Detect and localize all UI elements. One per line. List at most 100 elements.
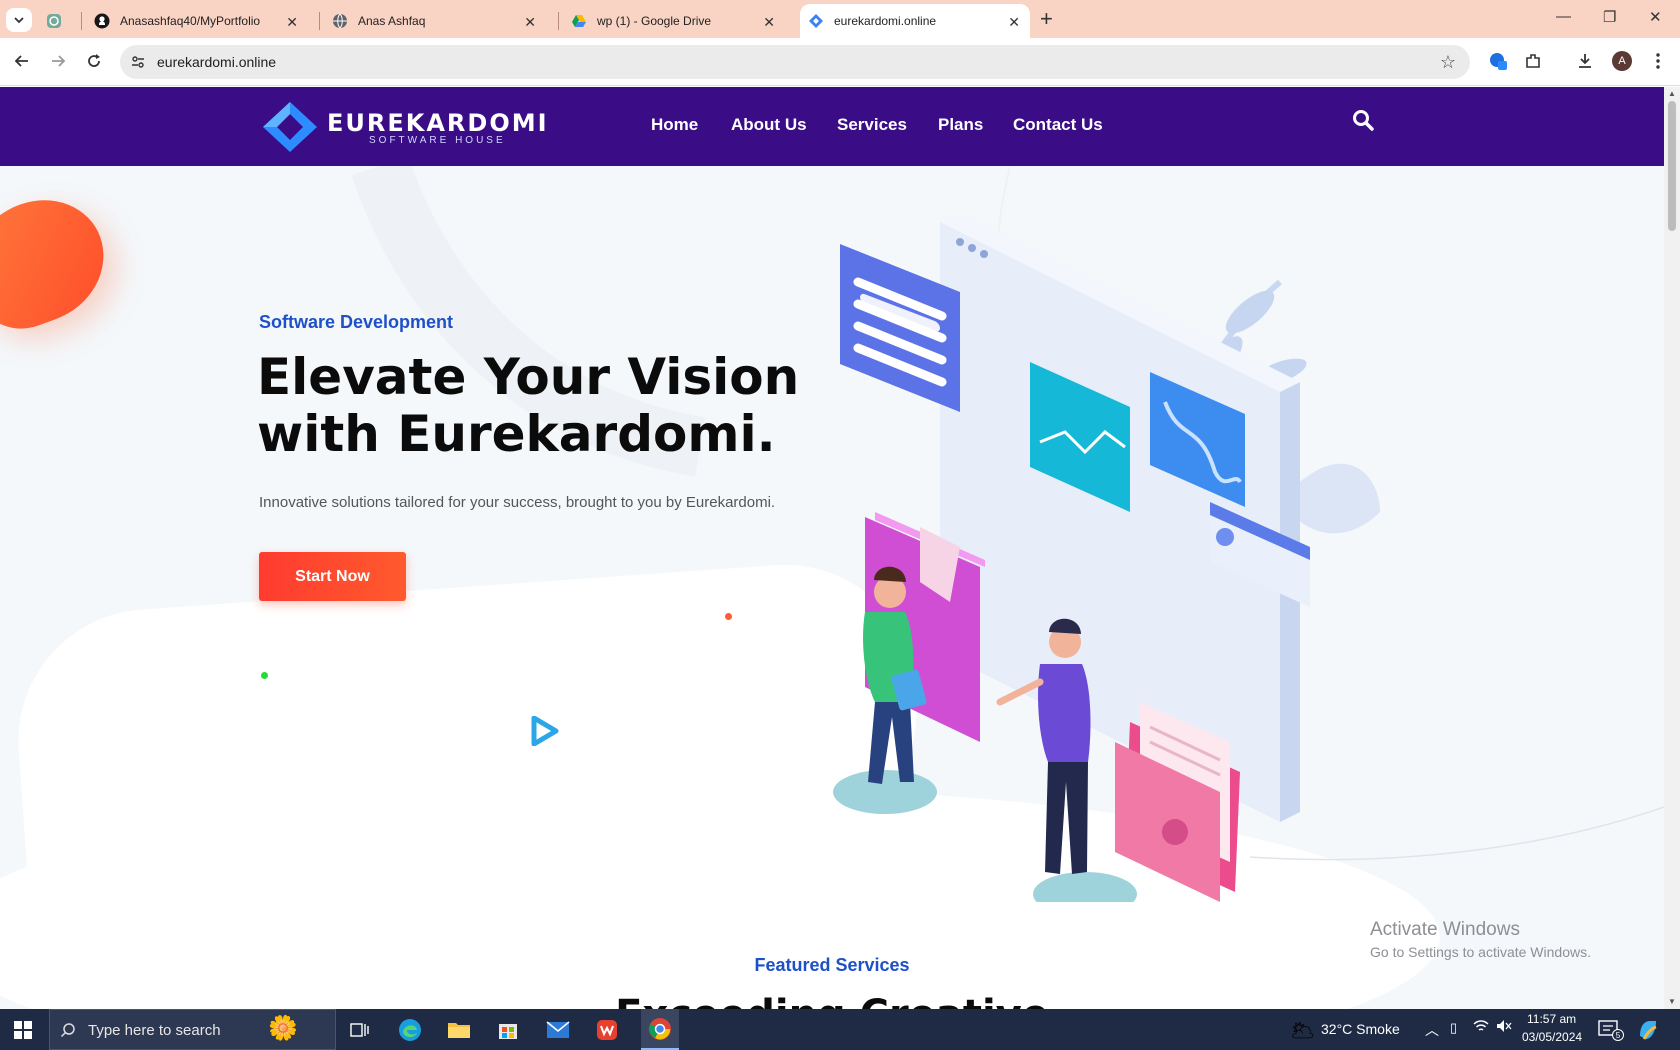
copilot-icon (1640, 1021, 1657, 1040)
menu-item-services[interactable]: Services (837, 115, 907, 135)
hero-headline: Elevate Your Vision with Eurekardomi. (257, 349, 837, 463)
featured-heading: Exceeding Creative (0, 992, 1664, 1009)
extensions-puzzle-icon[interactable] (1522, 50, 1544, 72)
chrome-icon (649, 1017, 671, 1040)
downloads-icon[interactable] (1574, 50, 1596, 72)
edge-icon (399, 1019, 421, 1041)
volume-muted-icon[interactable] (1496, 1019, 1512, 1036)
page-scrollbar[interactable]: ▲ ▼ (1664, 87, 1680, 1009)
site-logo-icon (808, 13, 824, 29)
tab-google-drive[interactable]: wp (1) - Google Drive ✕ (563, 4, 785, 38)
google-drive-icon (571, 13, 587, 29)
edge-app-button[interactable] (395, 1015, 425, 1045)
show-hidden-icons-chevron-icon[interactable]: ︿ (1425, 1020, 1439, 1040)
tab-title: Anas Ashfaq (358, 14, 426, 28)
restore-icon[interactable]: ❐ (1603, 8, 1616, 26)
play-icon (531, 716, 559, 746)
hero-headline-line2: with Eurekardomi. (257, 405, 776, 463)
minimize-icon[interactable]: — (1556, 8, 1571, 25)
close-icon[interactable]: ✕ (1008, 14, 1020, 31)
site-search-button[interactable] (1352, 109, 1378, 135)
globe-icon (332, 13, 348, 29)
mail-app-button[interactable] (543, 1015, 573, 1045)
activate-windows-watermark: Activate Windows Go to Settings to activ… (1370, 919, 1591, 960)
windows-taskbar: Type here to search 🌼 🌥 32°C Smoke ︿ ▯ 1… (0, 1009, 1680, 1050)
menu-item-plans[interactable]: Plans (938, 115, 983, 135)
tab-eurekardomi[interactable]: eurekardomi.online ✕ (800, 4, 1030, 38)
reload-button[interactable] (83, 50, 105, 72)
hero-headline-line1: Elevate Your Vision (257, 348, 800, 406)
start-button[interactable] (14, 1021, 32, 1044)
weather-text[interactable]: 32°C Smoke (1321, 1021, 1400, 1037)
tab-chatgpt[interactable] (46, 4, 76, 38)
forward-button[interactable] (47, 50, 69, 72)
scroll-down-arrow-icon[interactable]: ▼ (1668, 997, 1676, 1006)
window-close-icon[interactable]: ✕ (1649, 8, 1662, 26)
tab-anas-ashfaq[interactable]: Anas Ashfaq ✕ (324, 4, 546, 38)
taskbar-search-placeholder: Type here to search (88, 1022, 221, 1039)
webpage: EUREKARDOMI SOFTWARE HOUSE Home About Us… (0, 87, 1664, 1009)
profile-initial: A (1612, 51, 1632, 71)
menu-item-contact-us[interactable]: Contact Us (1013, 115, 1103, 135)
close-icon[interactable]: ✕ (763, 14, 775, 31)
bookmark-star-icon[interactable]: ☆ (1440, 52, 1456, 73)
taskbar-search-box[interactable]: Type here to search 🌼 (49, 1009, 336, 1050)
task-view-button[interactable] (345, 1015, 375, 1045)
weather-icon[interactable]: 🌥 (1290, 1018, 1315, 1043)
microsoft-store-button[interactable] (493, 1015, 523, 1045)
site-navbar: EUREKARDOMI SOFTWARE HOUSE Home About Us… (0, 87, 1664, 166)
task-view-icon (350, 1023, 369, 1037)
tab-title: wp (1) - Google Drive (597, 14, 712, 28)
profile-avatar[interactable]: A (1611, 50, 1633, 72)
browser-toolbar: eurekardomi.online ☆ A (0, 38, 1680, 86)
tab-separator (319, 12, 320, 30)
tab-search-button[interactable] (6, 8, 32, 32)
tab-title: eurekardomi.online (834, 14, 937, 28)
flowers-decoration-icon: 🌼 (268, 1015, 298, 1042)
hero-illustration (833, 212, 1380, 902)
menu-item-about-us[interactable]: About Us (731, 115, 807, 135)
tab-separator (558, 12, 559, 30)
search-icon (1353, 110, 1374, 131)
clock-date[interactable]: 03/05/2024 (1522, 1030, 1582, 1044)
scroll-up-arrow-icon[interactable]: ▲ (1668, 89, 1676, 98)
scrollbar-thumb[interactable] (1668, 101, 1676, 231)
address-bar[interactable]: eurekardomi.online ☆ (120, 45, 1470, 79)
chrome-app-button[interactable] (641, 1009, 679, 1050)
decorative-dot-green (261, 672, 268, 679)
folder-icon (448, 1023, 470, 1038)
notifications-button[interactable]: 5 (1598, 1020, 1624, 1043)
network-icon[interactable] (1473, 1019, 1489, 1036)
copilot-taskbar-button[interactable] (1636, 1018, 1660, 1047)
device-icon[interactable]: ▯ (1450, 1020, 1457, 1036)
arrow-right-icon (52, 55, 66, 67)
store-icon (499, 1024, 517, 1039)
more-menu-icon[interactable] (1647, 50, 1669, 72)
file-explorer-button[interactable] (444, 1015, 474, 1045)
close-icon[interactable]: ✕ (524, 14, 536, 31)
wps-icon (597, 1020, 617, 1040)
extension-copilot-icon[interactable] (1487, 50, 1509, 72)
windows-logo-icon (14, 1021, 32, 1039)
hero-subtext: Innovative solutions tailored for your s… (259, 494, 776, 511)
clock-time[interactable]: 11:57 am (1527, 1012, 1576, 1026)
watermark-line2: Go to Settings to activate Windows. (1370, 944, 1591, 960)
close-icon[interactable]: ✕ (286, 14, 298, 31)
tab-separator (81, 12, 82, 30)
site-logo[interactable]: EUREKARDOMI SOFTWARE HOUSE (259, 100, 549, 154)
site-info-icon[interactable] (130, 54, 146, 75)
start-now-button[interactable]: Start Now (259, 552, 406, 601)
menu-item-home[interactable]: Home (651, 115, 698, 135)
reload-icon (88, 54, 100, 67)
back-button[interactable] (11, 50, 33, 72)
tab-github[interactable]: Anasashfaq40/MyPortfolio ✕ (86, 4, 308, 38)
watermark-line1: Activate Windows (1370, 919, 1520, 940)
url-text: eurekardomi.online (157, 54, 277, 70)
wps-office-button[interactable] (592, 1015, 622, 1045)
logo-diamond-icon (263, 102, 317, 152)
decorative-dot-red (725, 613, 732, 620)
search-icon (60, 1023, 75, 1038)
new-tab-button[interactable]: + (1040, 6, 1053, 32)
hero-eyebrow: Software Development (259, 312, 454, 332)
github-icon (94, 13, 110, 29)
